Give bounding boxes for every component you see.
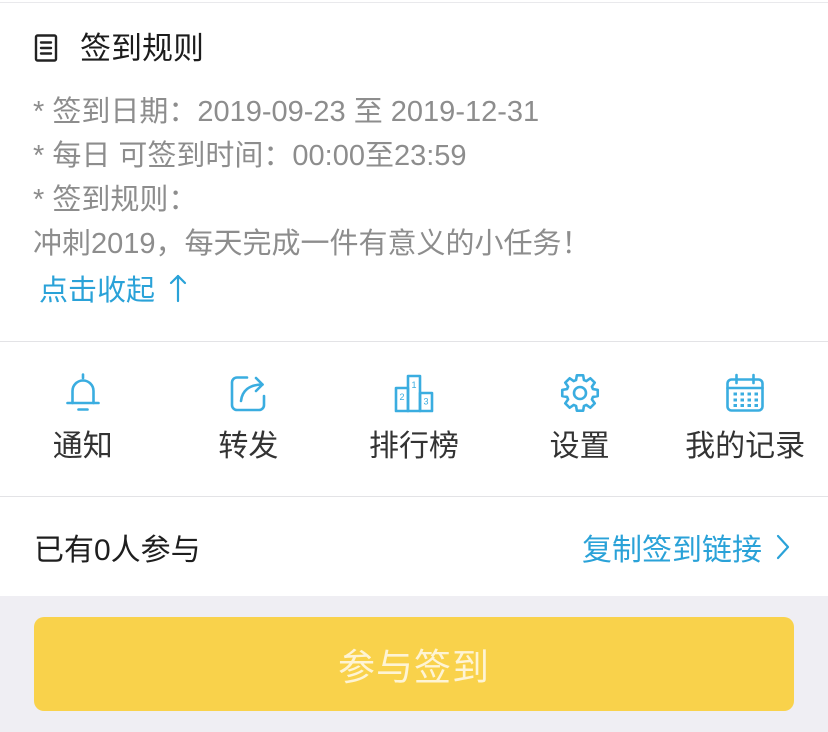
action-my-records-label: 我的记录: [685, 430, 806, 463]
participants-row: 已有0人参与 复制签到链接: [0, 497, 828, 596]
bell-icon: [65, 373, 100, 411]
copy-checkin-link-label: 复制签到链接: [582, 533, 762, 567]
action-settings-label: 设置: [549, 430, 610, 463]
podium-rank-third: 3: [423, 397, 428, 407]
join-checkin-button[interactable]: 参与签到: [34, 617, 794, 711]
action-bar: 通知 转发 2 1 3 排行榜 设置 我的记录: [0, 342, 828, 496]
rule-line-daily-time: * 每日 可签到时间：00:00至23:59: [33, 140, 467, 172]
action-leaderboard-label: 排行榜: [368, 430, 459, 463]
action-leaderboard[interactable]: 2 1 3 排行榜: [331, 342, 497, 496]
participant-count: 已有0人参与: [34, 533, 201, 567]
copy-checkin-link[interactable]: 复制签到链接: [582, 525, 790, 569]
action-share-label: 转发: [218, 430, 279, 463]
collapse-rules-label: 点击收起: [39, 275, 156, 307]
rule-lines: * 签到日期：2019-09-23 至 2019-12-31 * 每日 可签到时…: [33, 90, 591, 266]
rules-title: 签到规则: [80, 31, 204, 66]
checkin-panel: 签到规则 * 签到日期：2019-09-23 至 2019-12-31 * 每日…: [0, 0, 828, 596]
rule-line-rules-heading: * 签到规则：: [33, 184, 198, 216]
action-settings[interactable]: 设置: [497, 342, 663, 496]
chevron-right-icon: [776, 534, 790, 559]
podium-rank-first: 1: [411, 380, 416, 390]
share-icon: [231, 376, 266, 412]
calendar-icon: [726, 373, 764, 412]
podium-rank-second: 2: [399, 392, 404, 402]
arrow-up-icon: [169, 274, 187, 303]
checkin-rules-section: 签到规则 * 签到日期：2019-09-23 至 2019-12-31 * 每日…: [0, 0, 828, 341]
rule-line-date-range: * 签到日期：2019-09-23 至 2019-12-31: [33, 96, 540, 128]
document-list-icon: [34, 34, 58, 62]
action-my-records[interactable]: 我的记录: [662, 342, 828, 496]
gear-icon: [560, 373, 599, 413]
action-share[interactable]: 转发: [166, 342, 332, 496]
action-notification-label: 通知: [52, 430, 113, 463]
rule-line-description: 冲刺2019，每天完成一件有意义的小任务！: [33, 228, 591, 260]
leaderboard-podium-icon: 2 1 3: [394, 374, 434, 413]
action-notification[interactable]: 通知: [0, 342, 166, 496]
collapse-rules-link[interactable]: 点击收起: [39, 266, 187, 310]
